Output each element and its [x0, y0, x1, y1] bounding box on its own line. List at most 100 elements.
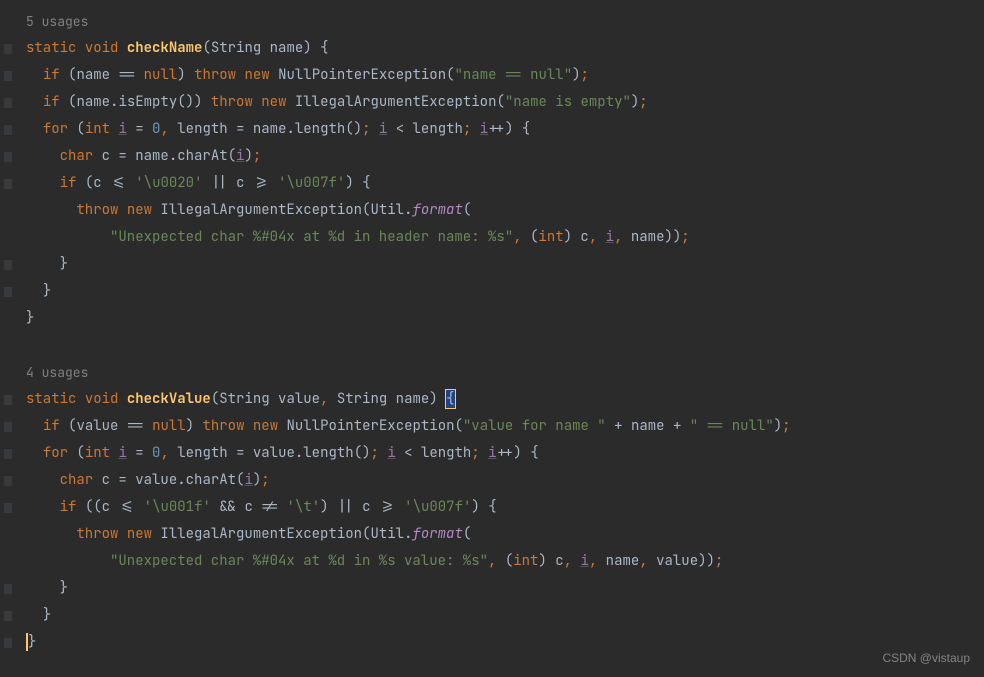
var-i: i	[606, 228, 614, 246]
keyword-new: new	[127, 525, 152, 543]
code-editor[interactable]: 5 usages static void checkName(String na…	[0, 0, 984, 656]
string-literal: "name is empty"	[505, 93, 631, 111]
var-length: length	[177, 444, 227, 462]
code-line: char c = value.charAt(i);	[8, 467, 984, 494]
char-literal: '\u007f'	[278, 174, 345, 192]
keyword-for: for	[43, 120, 68, 138]
char-literal: '\u001f'	[144, 498, 211, 516]
method-format: format	[412, 525, 462, 543]
char-literal: '\u0020'	[135, 174, 202, 192]
char-literal: '\u007f'	[404, 498, 471, 516]
method-charat: charAt	[177, 147, 227, 165]
var-length: length	[413, 120, 463, 138]
op-ne: !=	[261, 498, 278, 516]
var-i: i	[580, 552, 588, 570]
cursor-position: {	[446, 390, 454, 408]
var-c: c	[102, 471, 110, 489]
keyword-void: void	[85, 390, 119, 408]
op-gte: >=	[379, 498, 396, 516]
op-lte: <=	[110, 174, 127, 192]
var-i: i	[379, 120, 387, 138]
op-or: ||	[337, 498, 354, 516]
op-plus: +	[673, 417, 681, 435]
code-line: if (name == null) throw new NullPointerE…	[8, 62, 984, 89]
op-inc: ++	[488, 120, 505, 138]
param-name: value	[278, 390, 320, 408]
char-literal: '\t'	[287, 498, 321, 516]
code-line: throw new IllegalArgumentException(Util.…	[8, 197, 984, 224]
var-value: value	[135, 471, 177, 489]
string-literal: "value for name "	[463, 417, 606, 435]
var-name: name	[631, 417, 665, 435]
code-line: for (int i = 0, length = name.length(); …	[8, 116, 984, 143]
cursor-end: }	[26, 633, 36, 651]
method-name: checkValue	[127, 390, 211, 408]
var-c: c	[102, 147, 110, 165]
keyword-throw: throw	[194, 66, 236, 84]
keyword-throw: throw	[211, 93, 253, 111]
param-name: name	[270, 39, 304, 57]
op-inc: ++	[497, 444, 514, 462]
op-eq: ==	[127, 417, 144, 435]
var-length: length	[177, 120, 227, 138]
keyword-new: new	[127, 201, 152, 219]
param-name: name	[396, 390, 430, 408]
code-line: if ((c <= '\u001f' && c != '\t') || c >=…	[8, 494, 984, 521]
op-or: ||	[211, 174, 228, 192]
code-line: throw new IllegalArgumentException(Util.…	[8, 521, 984, 548]
keyword-if: if	[60, 174, 77, 192]
var-value: value	[656, 552, 698, 570]
keyword-new: new	[244, 66, 269, 84]
keyword-if: if	[43, 66, 60, 84]
method-length: length	[303, 444, 353, 462]
code-line: "Unexpected char %#04x at %d in header n…	[8, 224, 984, 251]
keyword-int: int	[85, 444, 110, 462]
op-lte: <=	[118, 498, 135, 516]
keyword-if: if	[43, 417, 60, 435]
keyword-int: int	[85, 120, 110, 138]
keyword-void: void	[85, 39, 119, 57]
op-eq: ==	[118, 66, 135, 84]
method-isempty: isEmpty	[118, 93, 177, 111]
keyword-new: new	[261, 93, 286, 111]
op-lt: <	[404, 444, 412, 462]
op-and: &&	[219, 498, 236, 516]
keyword-if: if	[60, 498, 77, 516]
watermark: CSDN @vistaup	[882, 651, 970, 665]
code-line: if (value == null) throw new NullPointer…	[8, 413, 984, 440]
var-i: i	[480, 120, 488, 138]
keyword-int: int	[538, 228, 563, 246]
usages-hint-2[interactable]: 4 usages	[8, 359, 984, 386]
keyword-char: char	[60, 471, 94, 489]
keyword-static: static	[26, 390, 76, 408]
code-line: for (int i = 0, length = value.length();…	[8, 440, 984, 467]
code-line: static void checkValue(String value, Str…	[8, 386, 984, 413]
code-line: "Unexpected char %#04x at %d in %s value…	[8, 548, 984, 575]
keyword-throw: throw	[76, 525, 118, 543]
param-type: String	[211, 39, 261, 57]
var-i: i	[118, 120, 126, 138]
string-literal: "name == null"	[455, 66, 573, 84]
var-i: i	[118, 444, 126, 462]
code-line: }	[8, 602, 984, 629]
var-i: i	[387, 444, 395, 462]
string-literal: "Unexpected char %#04x at %d in header n…	[110, 228, 513, 246]
usages-hint-1[interactable]: 5 usages	[8, 8, 984, 35]
code-line: if (name.isEmpty()) throw new IllegalArg…	[8, 89, 984, 116]
class-npe: NullPointerException	[287, 417, 455, 435]
var-length: length	[421, 444, 471, 462]
code-line	[8, 332, 984, 359]
param-type: String	[219, 390, 269, 408]
var-name: name	[631, 228, 665, 246]
op-plus: +	[614, 417, 622, 435]
string-literal: "Unexpected char %#04x at %d in %s value…	[110, 552, 488, 570]
keyword-null: null	[152, 417, 186, 435]
method-length: length	[295, 120, 345, 138]
code-line: }	[8, 278, 984, 305]
param-type: String	[337, 390, 387, 408]
code-line: if (c <= '\u0020' || c >= '\u007f') {	[8, 170, 984, 197]
code-line: }	[8, 251, 984, 278]
class-util: Util	[370, 525, 404, 543]
keyword-throw: throw	[76, 201, 118, 219]
code-line: }	[8, 629, 984, 656]
